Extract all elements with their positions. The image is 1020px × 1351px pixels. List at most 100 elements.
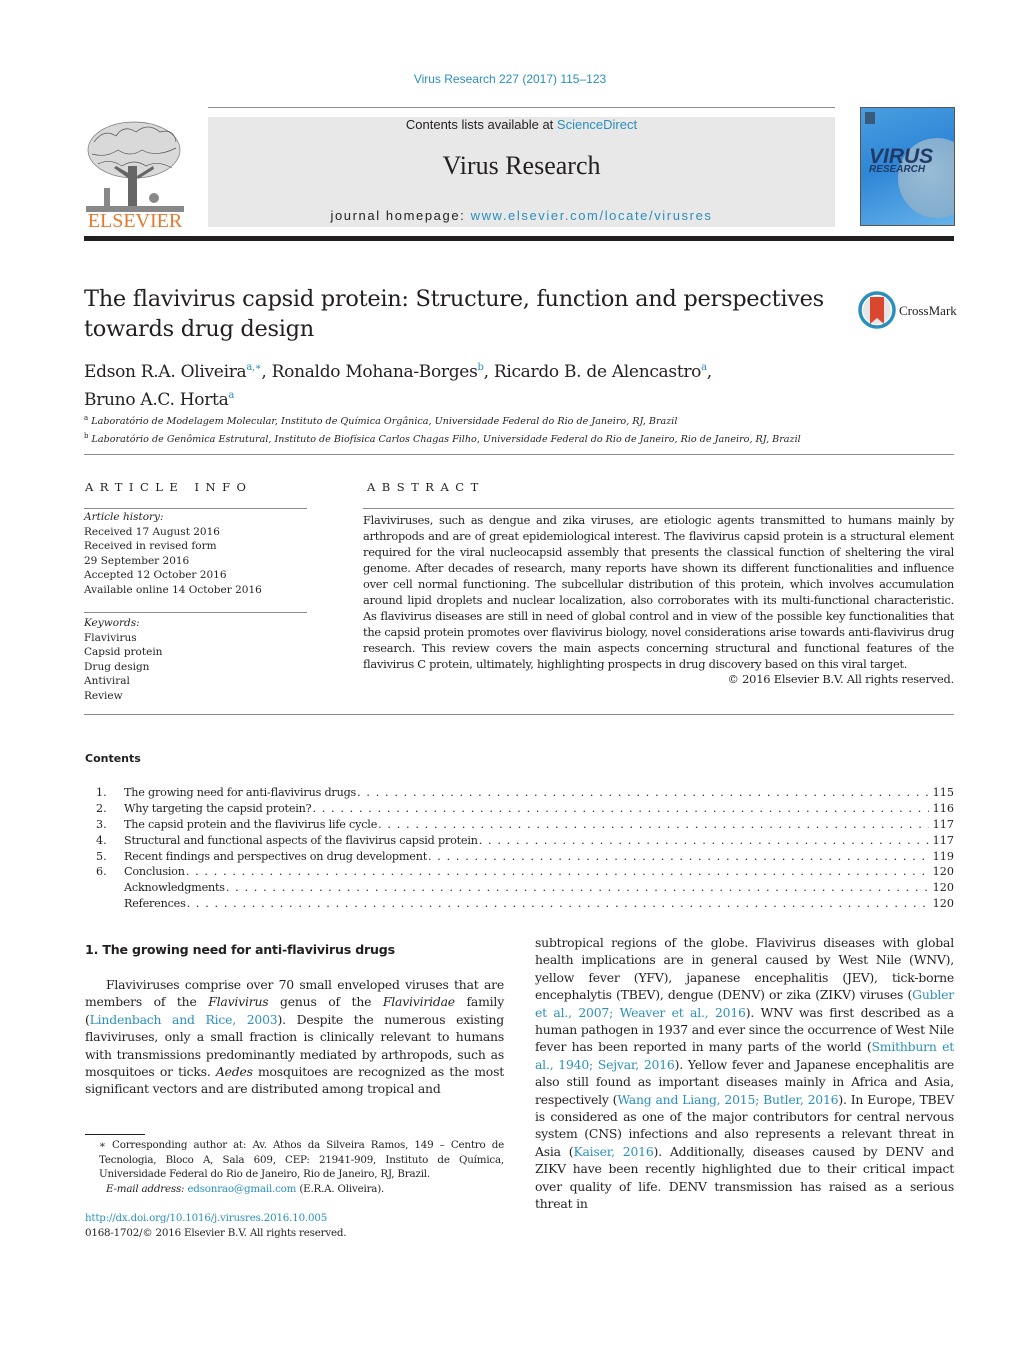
contents-heading: Contents: [85, 752, 141, 765]
crossmark-button[interactable]: CrossMark: [858, 290, 958, 330]
toc-leader-dots: . . . . . . . . . . . . . . . . . . . . …: [357, 786, 929, 799]
author-affiliation-marker[interactable]: a: [228, 390, 234, 401]
toc-row[interactable]: 2. Why targeting the capsid protein?. . .…: [85, 801, 954, 817]
cover-publisher-mark: [865, 112, 875, 124]
toc-title[interactable]: The growing need for anti-flavivirus dru…: [124, 785, 356, 801]
toc-page: 119: [932, 849, 954, 863]
author-name[interactable]: Ricardo B. de Alencastro: [494, 362, 702, 382]
issn-copyright: 0168-1702/© 2016 Elsevier B.V. All right…: [85, 1226, 347, 1239]
toc-title[interactable]: Structural and functional aspects of the…: [124, 833, 478, 849]
contents-available-text: Contents lists available at: [405, 117, 557, 132]
body-text: genus of the: [268, 994, 383, 1010]
journal-homepage: journal homepage: www.elsevier.com/locat…: [208, 208, 835, 223]
italic-term: Aedes: [215, 1064, 253, 1080]
corresponding-author-note: ∗ Corresponding author at: Av. Athos da …: [99, 1139, 504, 1180]
citation-link[interactable]: Lindenbach and Rice, 2003: [90, 1012, 278, 1027]
abstract-text: Flaviviruses, such as dengue and zika vi…: [363, 513, 954, 671]
keyword: Antiviral: [84, 675, 130, 687]
toc-leader-dots: . . . . . . . . . . . . . . . . . . . . …: [185, 865, 929, 879]
keyword: Capsid protein: [84, 646, 163, 658]
article-info-rule: [84, 508, 307, 509]
toc-title[interactable]: References: [124, 896, 186, 912]
toc-row[interactable]: 3. The capsid protein and the flavivirus …: [85, 817, 954, 833]
email-link[interactable]: edsonrao@gmail.com: [187, 1183, 296, 1195]
journal-banner: Contents lists available at ScienceDirec…: [208, 117, 835, 227]
header-bottom-rule: [84, 236, 954, 241]
keywords-label: Keywords:: [84, 617, 140, 629]
abstract-copyright: © 2016 Elsevier B.V. All rights reserved…: [727, 672, 954, 686]
author-name[interactable]: Bruno A.C. Horta: [84, 390, 229, 410]
citation-link[interactable]: Wang and Liang, 2015; Butler, 2016: [617, 1092, 838, 1107]
email-owner: (E.R.A. Oliveira).: [296, 1182, 385, 1195]
history-item: 29 September 2016: [84, 554, 190, 567]
affiliation-key: a: [84, 414, 89, 422]
elsevier-tree-icon: ELSEVIER: [86, 121, 184, 232]
abstract-rule: [363, 508, 954, 509]
toc-number: 4.: [96, 833, 107, 847]
article-history: Article history: Received 17 August 2016 R…: [84, 510, 307, 597]
history-item: Received in revised form: [84, 540, 217, 552]
toc-row[interactable]: Acknowledgments. . . . . . . . . . . . .…: [85, 880, 954, 896]
affiliation-key: b: [84, 432, 89, 441]
toc-leader-dots: . . . . . . . . . . . . . . . . . . . . …: [225, 881, 929, 895]
homepage-link[interactable]: www.elsevier.com/locate/virusres: [471, 208, 713, 223]
elsevier-logo[interactable]: ELSEVIER: [84, 118, 186, 232]
toc-page: 120: [932, 881, 954, 895]
toc-page: 116: [932, 801, 954, 815]
toc-title[interactable]: Conclusion: [124, 864, 185, 880]
body-column-left: Flaviviruses comprise over 70 small enve…: [85, 976, 504, 1098]
journal-citation[interactable]: Virus Research 227 (2017) 115–123: [0, 72, 1020, 86]
toc-page: 120: [932, 897, 954, 911]
history-item: Available online 14 October 2016: [84, 583, 262, 596]
toc-title[interactable]: Recent findings and perspectives on drug…: [124, 849, 427, 865]
author-affiliation-marker[interactable]: a,∗: [246, 362, 261, 373]
history-item: Accepted 12 October 2016: [84, 569, 227, 581]
toc-row[interactable]: 1. The growing need for anti-flavivirus d…: [85, 785, 954, 801]
crossmark-label: CrossMark: [899, 303, 957, 318]
toc-number: 2.: [96, 801, 107, 815]
toc-row[interactable]: 4. Structural and functional aspects of t…: [85, 833, 954, 849]
toc-page: 115: [932, 786, 954, 799]
divider: [84, 454, 954, 455]
author-separator: ,: [706, 362, 712, 382]
toc-number: 6.: [96, 865, 107, 879]
citation-link[interactable]: Virus Research 227 (2017) 115–123: [414, 72, 606, 86]
footnote-rule: [85, 1134, 145, 1135]
sciencedirect-link[interactable]: ScienceDirect: [557, 117, 637, 132]
doi-link[interactable]: http://dx.doi.org/10.1016/j.virusres.201…: [85, 1211, 504, 1226]
author-separator: ,: [261, 362, 272, 382]
article-info-heading: ARTICLE INFO: [85, 480, 253, 494]
keyword: Drug design: [84, 660, 150, 673]
toc-title[interactable]: Acknowledgments: [124, 880, 225, 896]
affiliation-text: Laboratório de Genômica Estrutural, Inst…: [91, 434, 801, 446]
toc-number: 5.: [96, 849, 107, 863]
affiliations: a Laboratório de Modelagem Molecular, In…: [84, 411, 954, 447]
history-item: Received 17 August 2016: [84, 525, 220, 538]
toc-row[interactable]: 5. Recent findings and perspectives on dr…: [85, 849, 954, 865]
elsevier-wordmark: ELSEVIER: [88, 210, 183, 230]
toc-row[interactable]: 6. Conclusion. . . . . . . . . . . . . . …: [85, 864, 954, 880]
toc-row[interactable]: References. . . . . . . . . . . . . . . …: [85, 896, 954, 912]
footnote: ∗ Corresponding author at: Av. Athos da …: [85, 1138, 504, 1196]
keyword: Review: [84, 689, 123, 702]
author-name[interactable]: Ronaldo Mohana-Borges: [272, 362, 478, 382]
toc-number: 1.: [96, 786, 107, 799]
divider: [84, 714, 954, 715]
table-of-contents: 1. The growing need for anti-flavivirus d…: [85, 785, 954, 912]
history-label: Article history:: [84, 511, 164, 523]
affiliation: b Laboratório de Genômica Estrutural, In…: [84, 429, 954, 447]
author-name[interactable]: Edson R.A. Oliveira: [84, 362, 247, 382]
citation-link[interactable]: Kaiser, 2016: [573, 1144, 653, 1159]
toc-leader-dots: . . . . . . . . . . . . . . . . . . . . …: [312, 801, 929, 815]
contents-available: Contents lists available at ScienceDirec…: [208, 117, 835, 132]
keywords-rule: [84, 612, 307, 613]
toc-page: 120: [932, 865, 954, 879]
journal-cover-image[interactable]: VIRUS RESEARCH: [860, 107, 955, 226]
body-text: subtropical regions of the globe. Flaviv…: [535, 935, 954, 1003]
toc-leader-dots: . . . . . . . . . . . . . . . . . . . . …: [428, 849, 929, 863]
toc-leader-dots: . . . . . . . . . . . . . . . . . . . . …: [478, 833, 929, 847]
toc-title[interactable]: The capsid protein and the flavivirus li…: [124, 817, 377, 833]
author-list: Edson R.A. Oliveiraa,∗, Ronaldo Mohana-B…: [84, 356, 884, 412]
toc-title[interactable]: Why targeting the capsid protein?: [124, 801, 312, 817]
toc-page: 117: [932, 833, 954, 847]
